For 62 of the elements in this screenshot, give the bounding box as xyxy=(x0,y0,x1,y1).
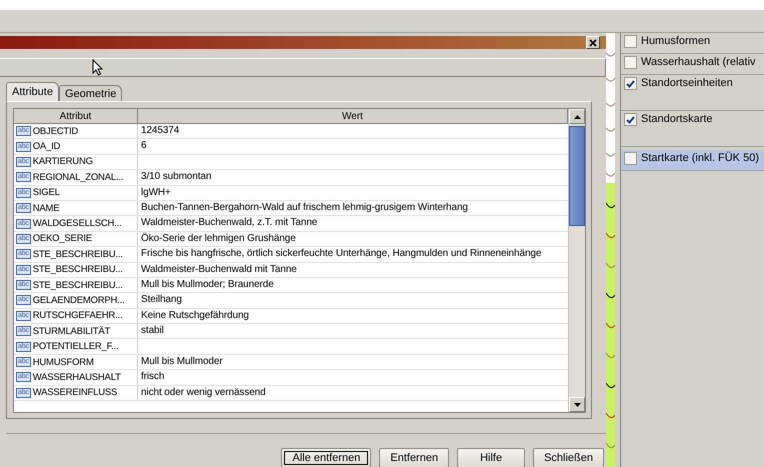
layer-item[interactable]: Standortskarte xyxy=(621,111,764,147)
layer-label: Standortseinheiten xyxy=(641,77,733,89)
dialog-button[interactable]: Schließen xyxy=(533,448,604,467)
value-cell: Öko-Serie der lehmigen Grushänge xyxy=(141,232,296,244)
layer-item[interactable]: Standortseinheiten xyxy=(621,75,764,111)
scrollbar[interactable] xyxy=(568,109,585,412)
tab[interactable]: Geometrie xyxy=(58,85,122,101)
value-cell: Steilhang xyxy=(141,294,182,306)
value-cell: stabil xyxy=(141,325,164,336)
value-cell: Frische bis hangfrische, örtlich sickerfeuchte Unterhänge, Hangmulden und Rinneneinhänge xyxy=(141,248,542,260)
attribute-cell: WASSERHAUSHALT xyxy=(32,372,121,383)
value-cell: Mull bis Mullmoder; Braunerde xyxy=(141,278,274,290)
attribute-cell: POTENTIELLER_F... xyxy=(32,341,119,352)
tab[interactable]: Attribute xyxy=(6,82,59,101)
layer-checkbox[interactable] xyxy=(624,35,637,48)
layer-item[interactable]: Wasserhaushalt (relativ xyxy=(621,54,764,75)
attribute-cell: STE_BESCHREIBU... xyxy=(32,248,123,260)
scroll-up-icon[interactable] xyxy=(569,109,585,124)
attribute-cell: OEKO_SERIE xyxy=(32,233,92,244)
attribute-cell: REGIONAL_ZONAL... xyxy=(32,172,124,183)
value-cell: 1245374 xyxy=(141,125,180,136)
column-header[interactable]: Attribut xyxy=(14,109,138,124)
attribute-cell: OBJECTID xyxy=(32,126,78,137)
scroll-thumb[interactable] xyxy=(569,126,585,226)
value-cell: frisch xyxy=(141,371,164,382)
dialog-button[interactable]: Hilfe xyxy=(457,448,526,467)
value-cell: Waldmeister-Buchenwald mit Tanne xyxy=(141,264,297,275)
layer-checkbox[interactable] xyxy=(624,152,637,165)
layer-checkbox[interactable] xyxy=(624,56,637,69)
layer-checkbox[interactable] xyxy=(624,77,637,90)
layer-item[interactable]: Humusformen xyxy=(621,33,764,54)
attribute-cell: NAME xyxy=(32,202,60,214)
dialog-button[interactable]: Alle entfernen xyxy=(281,448,372,467)
value-cell: lgWH+ xyxy=(141,186,171,198)
attribute-cell: STURMLABILITÄT xyxy=(32,326,110,337)
scroll-down-icon[interactable] xyxy=(569,397,585,412)
attribute-cell: HUMUSFORM xyxy=(32,356,94,368)
value-cell: 6 xyxy=(141,140,146,152)
layer-label: Wasserhaushalt (relativ xyxy=(641,56,756,68)
layer-label: Humusformen xyxy=(641,35,710,47)
layer-label: Startkarte (inkl. FÜK 50) xyxy=(641,152,759,164)
dialog-button[interactable]: Entfernen xyxy=(379,448,450,467)
layer-label: Standortskarte xyxy=(641,113,713,125)
value-cell: Keine Rutschgefährdung xyxy=(141,310,249,321)
attribute-cell: STE_BESCHREIBU... xyxy=(32,264,123,276)
attribute-cell: OA_ID xyxy=(32,141,60,152)
attribute-cell: WASSEREINFLUSS xyxy=(32,387,118,398)
value-cell: Waldmeister-Buchenwald, z.T. mit Tanne xyxy=(141,217,318,228)
attribute-cell: KARTIERUNG xyxy=(32,156,93,168)
close-button[interactable] xyxy=(586,36,600,49)
value-cell: 3/10 submontan xyxy=(141,171,212,182)
column-header[interactable]: Wert xyxy=(138,109,568,124)
value-cell: Buchen-Tannen-Bergahorn-Wald auf frischem lehmig-grusigem Winterhang xyxy=(141,202,468,213)
layer-checkbox[interactable] xyxy=(624,113,637,126)
attribute-cell: SIGEL xyxy=(32,187,60,198)
attribute-cell: WALDGESELLSCH... xyxy=(32,218,122,230)
attribute-cell: RUTSCHGEFAEHR... xyxy=(32,310,122,322)
value-cell: Mull bis Mullmoder xyxy=(141,356,223,367)
value-cell: nicht oder wenig vernässend xyxy=(141,386,266,398)
attribute-cell: GELAENDEMORPH... xyxy=(32,294,125,306)
attribute-cell: STE_BESCHREIBU... xyxy=(32,280,123,291)
layer-item[interactable]: Startkarte (inkl. FÜK 50) xyxy=(621,150,764,171)
